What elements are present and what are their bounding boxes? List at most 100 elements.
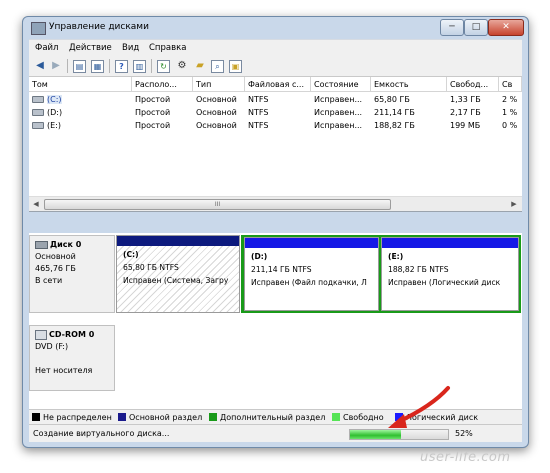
disk-management-icon — [31, 22, 46, 35]
table-cell: 188,82 ГБ — [374, 121, 415, 130]
table-cell: Исправен... — [314, 95, 363, 104]
volume-name: (D:) — [47, 108, 63, 117]
disk-0-type: Основной — [35, 252, 76, 261]
table-cell: Основной — [196, 121, 237, 130]
drive-icon — [32, 109, 44, 116]
annotation-arrow-icon — [388, 386, 450, 428]
drive-icon — [32, 96, 44, 103]
watermark: user-life.com — [420, 450, 511, 465]
table-cell: Основной — [196, 95, 237, 104]
disk-layout-pane: Диск 0 Основной 465,76 ГБ В сети (C:) 65… — [29, 233, 522, 409]
hard-disk-icon — [35, 240, 48, 249]
volume-name: (C:) — [47, 95, 62, 104]
refresh-icon[interactable]: ↻ — [157, 60, 170, 73]
partition-c-status: Исправен (Система, Загру — [123, 276, 229, 285]
partition-e-size: 188,82 ГБ NTFS — [388, 265, 449, 274]
cdrom-0-state: Нет носителя — [35, 366, 93, 375]
partition-e-status: Исправен (Логический диск — [388, 278, 501, 287]
table-cell: 199 МБ — [450, 121, 481, 130]
legend-swatch — [32, 413, 40, 421]
volume-list: Том Располо... Тип Файловая с... Состоян… — [29, 77, 522, 212]
primary-partition-bar — [117, 236, 239, 246]
menu-bar: Файл Действие Вид Справка — [29, 39, 522, 56]
partition-c[interactable]: (C:) 65,80 ГБ NTFS Исправен (Система, За… — [116, 235, 240, 313]
table-cell: 65,80 ГБ — [374, 95, 410, 104]
back-arrow-icon[interactable]: ◀ — [33, 59, 47, 72]
scroll-left-icon[interactable]: ◀ — [30, 198, 42, 210]
forward-arrow-icon[interactable]: ▶ — [49, 59, 63, 72]
logical-drive-bar — [245, 238, 378, 248]
partition-d[interactable]: (D:) 211,14 ГБ NTFS Исправен (Файл подка… — [244, 237, 379, 311]
table-cell: NTFS — [248, 121, 269, 130]
table-cell: Простой — [135, 95, 171, 104]
cdrom-0-label[interactable]: CD-ROM 0 DVD (F:) Нет носителя — [29, 325, 115, 391]
disk-0-size: 465,76 ГБ — [35, 264, 76, 273]
maximize-button[interactable]: □ — [464, 19, 488, 36]
scroll-right-icon[interactable]: ▶ — [508, 198, 520, 210]
column-header-layout[interactable]: Располо... — [132, 77, 193, 92]
column-header-free-percent[interactable]: Св — [499, 77, 522, 92]
disk-0-label[interactable]: Диск 0 Основной 465,76 ГБ В сети — [29, 235, 115, 313]
legend-item: Дополнительный раздел — [209, 413, 325, 422]
properties-icon[interactable]: ▦ — [91, 60, 104, 73]
column-header-filesystem[interactable]: Файловая с... — [245, 77, 311, 92]
partition-d-size: 211,14 ГБ NTFS — [251, 265, 312, 274]
settings-icon[interactable]: ⚙ — [175, 59, 189, 72]
help-icon[interactable]: ? — [115, 60, 128, 73]
window-title: Управление дисками — [49, 22, 149, 32]
legend-item: Основной раздел — [118, 413, 202, 422]
close-button[interactable]: ✕ — [488, 19, 524, 36]
status-text: Создание виртуального диска... — [33, 429, 170, 438]
legend-swatch — [332, 413, 340, 421]
column-header-free[interactable]: Свобод... — [447, 77, 499, 92]
cdrom-0-type: DVD (F:) — [35, 342, 69, 351]
table-cell: Основной — [196, 108, 237, 117]
disk-0-name: Диск 0 — [50, 240, 82, 249]
table-cell: 2 % — [502, 95, 518, 104]
search-disk-icon[interactable]: ⌕ — [211, 60, 224, 73]
table-cell: Простой — [135, 121, 171, 130]
extended-partition: (D:) 211,14 ГБ NTFS Исправен (Файл подка… — [241, 235, 521, 313]
horizontal-scrollbar[interactable]: ◀ III ▶ — [29, 196, 522, 211]
table-cell: Простой — [135, 108, 171, 117]
cdrom-icon — [35, 329, 47, 340]
console-icon[interactable]: ▥ — [133, 60, 146, 73]
table-row[interactable]: (D:) Простой Основной NTFS Исправен... 2… — [29, 106, 522, 119]
scrollbar-thumb[interactable]: III — [44, 199, 391, 210]
table-cell: Исправен... — [314, 121, 363, 130]
partition-e[interactable]: (E:) 188,82 ГБ NTFS Исправен (Логический… — [381, 237, 519, 311]
minimize-button[interactable]: ─ — [440, 19, 464, 36]
toolbar: ◀ ▶ ▤ ▦ ? ▥ ↻ ⚙ ▰ ⌕ ▣ — [29, 56, 522, 77]
disk-0-state: В сети — [35, 276, 63, 285]
menu-action[interactable]: Действие — [69, 43, 112, 53]
menu-help[interactable]: Справка — [149, 43, 186, 53]
menu-file[interactable]: Файл — [35, 43, 58, 53]
column-header-volume[interactable]: Том — [29, 77, 132, 92]
table-cell: 0 % — [502, 121, 518, 130]
logical-drive-bar — [382, 238, 518, 248]
column-header-capacity[interactable]: Емкость — [371, 77, 447, 92]
partition-c-name: (C:) — [123, 250, 139, 259]
open-folder-icon[interactable]: ▰ — [193, 59, 207, 72]
table-cell: NTFS — [248, 108, 269, 117]
menu-view[interactable]: Вид — [122, 43, 139, 53]
table-row[interactable]: (E:) Простой Основной NTFS Исправен... 1… — [29, 119, 522, 132]
column-header-status[interactable]: Состояние — [311, 77, 371, 92]
drive-icon — [32, 122, 44, 129]
table-cell: 2,17 ГБ — [450, 108, 481, 117]
partition-c-size: 65,80 ГБ NTFS — [123, 263, 179, 272]
table-cell: Исправен... — [314, 108, 363, 117]
partition-d-status: Исправен (Файл подкачки, Л — [251, 278, 367, 287]
partition-d-name: (D:) — [251, 252, 268, 261]
table-cell: 1,33 ГБ — [450, 95, 481, 104]
title-bar: Управление дисками ─ □ ✕ — [23, 17, 528, 39]
table-cell: 211,14 ГБ — [374, 108, 415, 117]
table-row[interactable]: (C:) Простой Основной NTFS Исправен... 6… — [29, 93, 522, 106]
show-tree-icon[interactable]: ▤ — [73, 60, 86, 73]
cdrom-0-name: CD-ROM 0 — [49, 330, 95, 339]
column-header-type[interactable]: Тип — [193, 77, 245, 92]
table-cell: NTFS — [248, 95, 269, 104]
volume-name: (E:) — [47, 121, 61, 130]
disk-properties-icon[interactable]: ▣ — [229, 60, 242, 73]
partition-e-name: (E:) — [388, 252, 404, 261]
